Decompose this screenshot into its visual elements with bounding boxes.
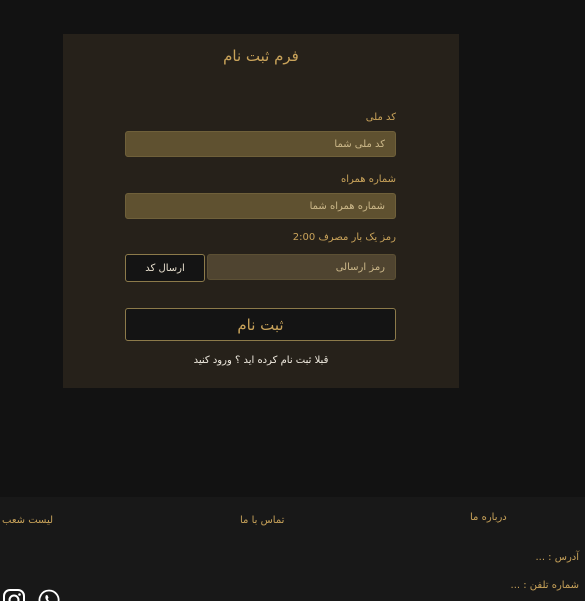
otp-input[interactable] — [207, 254, 396, 280]
phone-label: شماره همراه — [340, 174, 396, 185]
footer-address: آدرس : ... — [535, 552, 579, 563]
form-title: فرم ثبت نام — [223, 47, 299, 65]
instagram-icon[interactable] — [2, 588, 26, 601]
footer-contact-link[interactable]: تماس با ما — [240, 515, 284, 526]
login-link[interactable]: قبلا ثبت نام کرده اید ؟ ورود کنید — [63, 355, 459, 366]
page: فرم ثبت نام کد ملی شماره همراه رمز یک با… — [0, 0, 585, 601]
send-code-button[interactable]: ارسال کد — [125, 254, 205, 282]
whatsapp-icon[interactable] — [37, 588, 61, 601]
footer-branches-link[interactable]: لیست شعب — [2, 515, 53, 526]
national-code-label: کد ملی — [365, 112, 396, 123]
registration-card: فرم ثبت نام کد ملی شماره همراه رمز یک با… — [63, 34, 459, 388]
register-submit-button[interactable]: ثبت نام — [125, 308, 396, 341]
footer: لیست شعب تماس با ما درباره ما آدرس : ...… — [0, 497, 585, 601]
footer-phone: شماره تلفن : ... — [510, 580, 579, 591]
phone-input[interactable] — [125, 193, 396, 219]
footer-about-link[interactable]: درباره ما — [470, 512, 507, 523]
otp-label: رمز یک بار مصرف 2:00 — [292, 232, 396, 243]
national-code-input[interactable] — [125, 131, 396, 157]
